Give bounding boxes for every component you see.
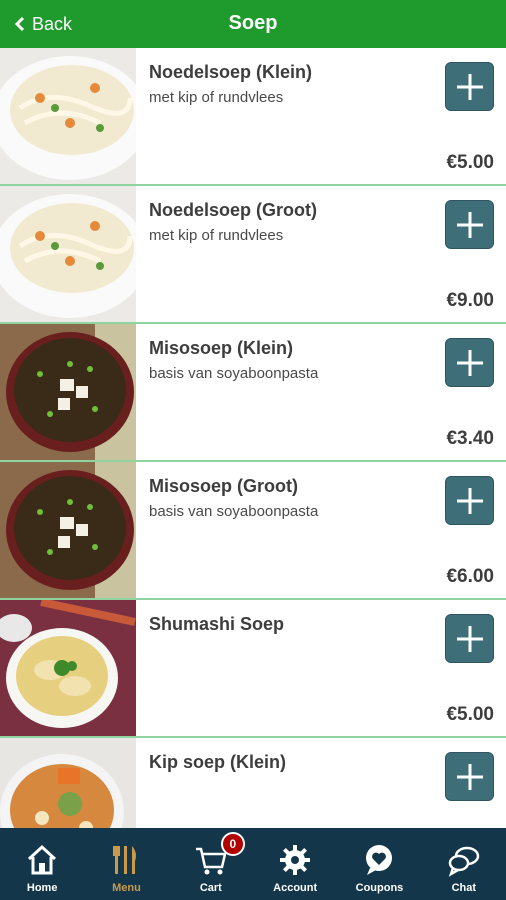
header-bar: Back Soep	[0, 0, 506, 48]
tab-account[interactable]: Account	[253, 828, 337, 900]
miso-soup-image	[0, 324, 136, 460]
tab-chat[interactable]: Chat	[422, 828, 506, 900]
heart-bubble-icon	[361, 842, 397, 878]
list-item[interactable]: Misosoep (Groot) basis van soyaboonpasta…	[0, 462, 506, 600]
product-name: Kip soep (Klein)	[149, 752, 287, 772]
add-to-cart-button[interactable]	[445, 338, 494, 387]
product-price: €9.00	[446, 290, 494, 311]
product-description: basis van soyaboonpasta	[149, 503, 319, 520]
add-to-cart-button[interactable]	[445, 614, 494, 663]
fork-knife-icon	[108, 842, 144, 878]
chicken-soup-image	[0, 738, 136, 828]
miso-soup-image	[0, 462, 136, 598]
product-price: €3.40	[446, 428, 494, 449]
page-title: Soep	[228, 12, 278, 34]
product-description: basis van soyaboonpasta	[149, 365, 319, 382]
add-to-cart-button[interactable]	[445, 752, 494, 801]
list-item[interactable]: Shumashi Soep €5.00	[0, 600, 506, 738]
list-item[interactable]: Noedelsoep (Groot) met kip of rundvlees …	[0, 186, 506, 324]
product-description: met kip of rundvlees	[149, 227, 284, 244]
tab-menu[interactable]: Menu	[84, 828, 168, 900]
product-name: Noedelsoep (Klein)	[149, 62, 313, 82]
product-list[interactable]: Noedelsoep (Klein) met kip of rundvlees …	[0, 48, 506, 828]
gear-icon	[277, 842, 313, 878]
list-item[interactable]: Misosoep (Klein) basis van soyaboonpasta…	[0, 324, 506, 462]
chat-icon	[446, 842, 482, 878]
product-price: €5.00	[446, 704, 494, 725]
tab-label: Coupons	[355, 882, 404, 894]
noodle-soup-image	[0, 186, 136, 322]
home-icon	[24, 842, 60, 878]
tab-coupons[interactable]: Coupons	[337, 828, 421, 900]
tab-cart[interactable]: 0 Cart	[169, 828, 253, 900]
tab-label: Menu	[112, 882, 141, 894]
bottom-tab-bar: Home Menu 0 Cart Account Coupons Chat	[0, 828, 506, 900]
add-to-cart-button[interactable]	[445, 200, 494, 249]
tab-label: Cart	[199, 882, 222, 894]
cart-count-badge: 0	[220, 832, 245, 856]
dumpling-soup-image	[0, 600, 136, 736]
product-price: €6.00	[446, 566, 494, 587]
tab-label: Account	[273, 882, 318, 894]
product-price: €5.00	[446, 152, 494, 173]
list-item[interactable]: Kip soep (Klein)	[0, 738, 506, 828]
tab-label: Home	[26, 882, 58, 894]
product-description: met kip of rundvlees	[149, 89, 284, 106]
add-to-cart-button[interactable]	[445, 62, 494, 111]
noodle-soup-image	[0, 48, 136, 184]
list-item[interactable]: Noedelsoep (Klein) met kip of rundvlees …	[0, 48, 506, 186]
tab-label: Chat	[451, 882, 477, 894]
add-to-cart-button[interactable]	[445, 476, 494, 525]
tab-home[interactable]: Home	[0, 828, 84, 900]
product-name: Noedelsoep (Groot)	[149, 200, 318, 220]
product-name: Shumashi Soep	[149, 614, 285, 634]
product-name: Misosoep (Klein)	[149, 338, 294, 358]
product-name: Misosoep (Groot)	[149, 476, 298, 496]
